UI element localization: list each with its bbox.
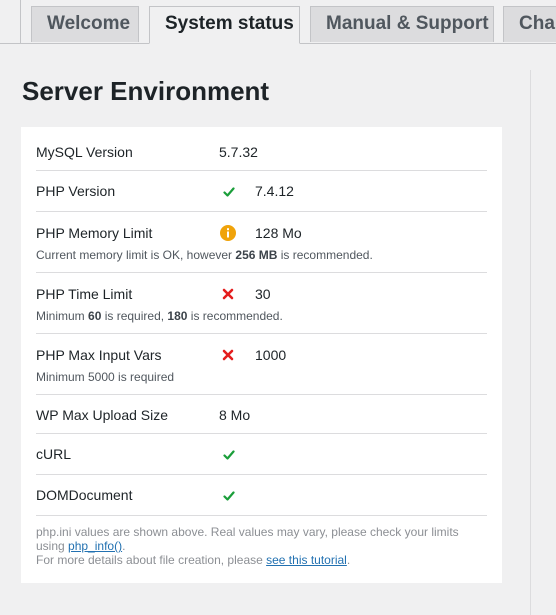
row-php-time-limit: PHP Time Limit 30 Minimum 60 is required… [36, 273, 487, 334]
content-divider [530, 70, 531, 615]
footer-line-2: using php_info(). [36, 539, 126, 553]
check-icon [221, 447, 237, 463]
row-value: 5.7.32 [219, 144, 258, 160]
status-rows: MySQL Version 5.7.32 PHP Version 7.4.12 … [36, 127, 487, 516]
row-value: 7.4.12 [255, 183, 294, 199]
tab-system-status[interactable]: System status [149, 6, 300, 44]
row-domdocument: DOMDocument [36, 475, 487, 516]
row-value: 8 Mo [219, 407, 251, 423]
section-title: Server Environment [22, 76, 270, 106]
cross-icon [220, 347, 236, 363]
tab-bar: Welcome System status Manual & Support C… [0, 0, 556, 44]
row-wp-max-upload-size: WP Max Upload Size 8 Mo [36, 395, 487, 434]
php-info-link[interactable]: php_info() [68, 539, 122, 553]
row-label: cURL [36, 446, 72, 462]
tab-manual-support[interactable]: Manual & Support [310, 6, 494, 42]
row-value: 128 Mo [255, 225, 302, 241]
server-environment-panel: MySQL Version 5.7.32 PHP Version 7.4.12 … [21, 127, 502, 583]
row-value: 30 [255, 286, 271, 302]
footer-line-1: php.ini values are shown above. Real val… [36, 525, 459, 539]
row-label: PHP Memory Limit [36, 225, 153, 241]
row-php-version: PHP Version 7.4.12 [36, 171, 487, 212]
row-note: Minimum 60 is required, 180 is recommend… [36, 309, 283, 323]
row-label: PHP Max Input Vars [36, 347, 162, 363]
footer-line-3: For more details about file creation, pl… [36, 553, 351, 567]
row-label: PHP Version [36, 183, 116, 199]
tab-bar-divider [20, 0, 21, 43]
row-label: PHP Time Limit [36, 286, 133, 302]
row-label: DOMDocument [36, 487, 133, 503]
footer-note: php.ini values are shown above. Real val… [36, 525, 486, 567]
row-php-max-input-vars: PHP Max Input Vars 1000 Minimum 5000 is … [36, 334, 487, 395]
row-note: Current memory limit is OK, however 256 … [36, 248, 373, 262]
info-warning-icon [220, 225, 236, 241]
tutorial-link[interactable]: see this tutorial [266, 553, 347, 567]
row-mysql-version: MySQL Version 5.7.32 [36, 127, 487, 171]
tab-welcome[interactable]: Welcome [31, 6, 139, 42]
row-curl: cURL [36, 434, 487, 475]
row-php-memory-limit: PHP Memory Limit 128 Mo Current memory l… [36, 212, 487, 273]
tab-changelog[interactable]: Char [503, 6, 556, 42]
row-note: Minimum 5000 is required [36, 370, 175, 384]
row-label: WP Max Upload Size [36, 407, 169, 423]
cross-icon [220, 286, 236, 302]
row-label: MySQL Version [36, 144, 133, 160]
page: Welcome System status Manual & Support C… [0, 0, 556, 615]
check-icon [221, 488, 237, 504]
row-value: 1000 [255, 347, 287, 363]
check-icon [221, 184, 237, 200]
